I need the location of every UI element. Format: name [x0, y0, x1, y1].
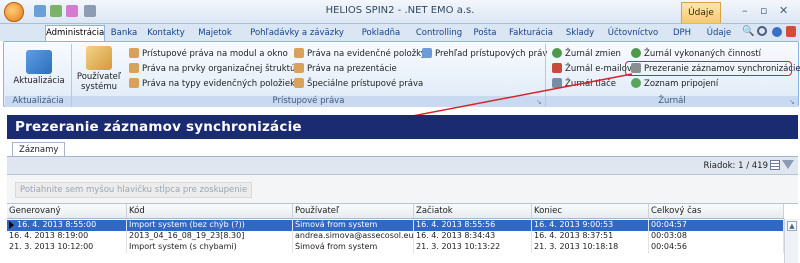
group-hint: Potiahnite sem myšou hlavičku stĺpca pre…	[15, 182, 253, 198]
records-grid: Generovaný Kód Používateľ Začiatok Konie…	[7, 203, 798, 263]
row-counter: Riadok: 1 / 419	[703, 161, 768, 171]
cell-zaciatok: 16. 4. 2013 8:34:43	[414, 231, 532, 242]
cell-pouzivatel: andrea.simova@assecosol.eu	[295, 231, 414, 242]
table-row[interactable]: 16. 4. 2013 8:19:00 2013_04_16_08_19_23[…	[7, 231, 784, 242]
cell-kod: Import system (s chybami)	[127, 242, 293, 253]
column-chooser-icon[interactable]	[770, 160, 780, 170]
cell-pouzivatel: Šimová from system	[293, 242, 414, 253]
scroll-up-icon[interactable]: ▲	[787, 221, 797, 231]
cell-koniec: 21. 3. 2013 10:18:18	[532, 242, 649, 253]
column-header-generovany[interactable]: Generovaný	[7, 204, 127, 219]
table-row[interactable]: 16. 4. 2013 8:55:00 Import system (bez c…	[7, 220, 784, 231]
cell-generovany: 21. 3. 2013 10:12:00	[7, 242, 127, 253]
table-row[interactable]: 21. 3. 2013 10:12:00 Import system (s ch…	[7, 242, 784, 253]
cell-kod: 2013_04_16_08_19_23[8.30]	[127, 231, 293, 242]
column-header-celkovy-cas[interactable]: Celkový čas	[649, 204, 784, 219]
cell-celkovy-cas: 00:04:56	[649, 242, 784, 253]
cell-celkovy-cas: 00:03:08	[649, 231, 784, 242]
cell-generovany: 16. 4. 2013 8:55:00	[15, 220, 127, 231]
cell-generovany: 16. 4. 2013 8:19:00	[7, 231, 127, 242]
form-title: Prezeranie záznamov synchronizácie	[7, 115, 798, 139]
cell-pouzivatel: Šimová from system	[293, 220, 414, 231]
filter-icon[interactable]	[782, 160, 794, 169]
cell-koniec: 16. 4. 2013 9:00:53	[532, 220, 649, 231]
cell-zaciatok: 16. 4. 2013 8:55:56	[414, 220, 532, 231]
cell-kod: Import system (bez chýb (?))	[127, 220, 293, 231]
tab-zaznamy[interactable]: Záznamy	[12, 142, 66, 157]
vertical-scrollbar[interactable]: ▲	[784, 219, 798, 263]
cell-celkovy-cas: 00:04:57	[649, 220, 784, 231]
column-header-koniec[interactable]: Koniec	[532, 204, 649, 219]
column-header-kod[interactable]: Kód	[127, 204, 293, 219]
cell-zaciatok: 21. 3. 2013 10:13:22	[414, 242, 532, 253]
row-pointer-icon	[9, 221, 14, 229]
column-header-zaciatok[interactable]: Začiatok	[414, 204, 532, 219]
group-panel[interactable]: Potiahnite sem myšou hlavičku stĺpca pre…	[7, 175, 798, 203]
grid-toolbar: Riadok: 1 / 419	[7, 157, 798, 175]
column-header-pouzivatel[interactable]: Používateľ	[293, 204, 414, 219]
cell-koniec: 16. 4. 2013 8:37:51	[532, 231, 649, 242]
